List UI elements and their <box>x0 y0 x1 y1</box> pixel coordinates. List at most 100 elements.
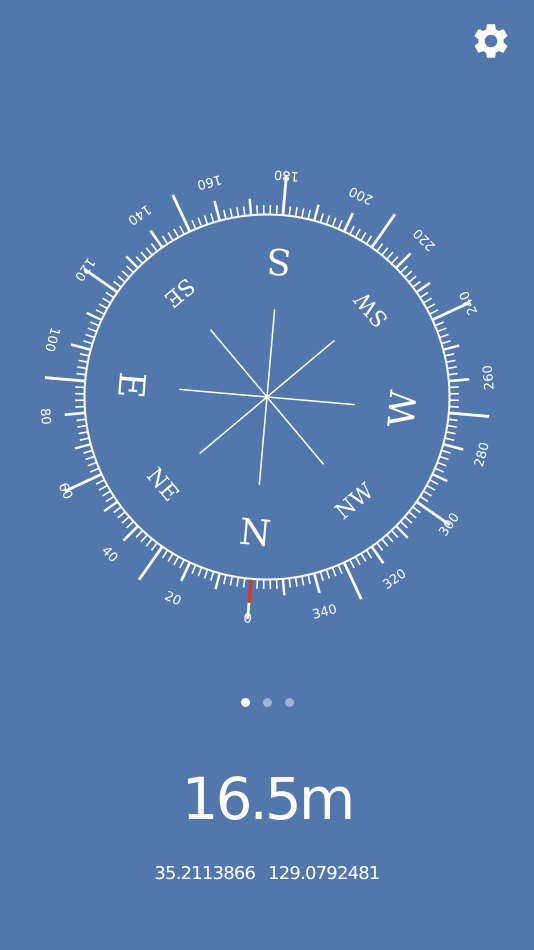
page-dot[interactable] <box>240 697 250 707</box>
degree-label: 140 <box>125 201 154 228</box>
degree-tick <box>447 424 457 428</box>
degree-tick <box>449 378 470 383</box>
degree-tick <box>145 247 153 256</box>
degree-tick <box>408 275 417 283</box>
degree-tick <box>360 553 367 562</box>
degree-tick <box>423 297 432 304</box>
cardinal-label-sw: SW <box>350 286 394 331</box>
degree-tick <box>95 309 105 315</box>
degree-tick <box>197 567 203 577</box>
degree-tick <box>426 485 436 491</box>
degree-tick <box>203 215 209 225</box>
degree-tick <box>89 467 99 473</box>
degree-tick <box>331 217 337 227</box>
degree-tick <box>95 479 105 485</box>
degree-tick <box>74 443 91 450</box>
degree-tick <box>432 473 448 483</box>
degree-tick <box>242 578 246 588</box>
degree-tick <box>191 565 197 575</box>
degree-tick <box>89 321 99 327</box>
degree-tick <box>102 490 111 497</box>
degree-tick <box>349 559 355 569</box>
degree-tick <box>135 256 143 264</box>
degree-tick <box>412 506 421 514</box>
north-marker <box>247 579 253 603</box>
degree-tick <box>83 449 93 454</box>
degree-tick <box>248 198 253 215</box>
degree-tick <box>78 359 88 363</box>
degree-tick <box>395 525 409 539</box>
degree-tick <box>301 208 305 218</box>
degree-tick <box>360 232 367 241</box>
degree-tick <box>381 247 389 256</box>
degree-label: 120 <box>71 255 98 284</box>
degree-tick <box>423 490 432 497</box>
degree-tick <box>307 209 311 219</box>
coordinates-readout: 35.2113866 129.0792481 <box>0 862 534 886</box>
degree-tick <box>229 576 233 586</box>
degree-label: 160 <box>195 171 223 192</box>
degree-tick <box>125 255 139 269</box>
degree-tick <box>167 232 174 241</box>
degree-tick <box>180 562 191 582</box>
degree-tick <box>376 243 384 252</box>
degree-tick <box>343 212 354 232</box>
degree-tick <box>307 575 311 585</box>
degree-label: 300 <box>436 510 463 539</box>
degree-tick <box>64 411 85 416</box>
degree-label: 280 <box>472 441 493 469</box>
degree-tick <box>85 455 95 461</box>
degree-tick <box>70 343 91 351</box>
heading-marker <box>247 579 253 603</box>
cardinal-label-nw: NW <box>331 479 379 525</box>
degree-tick <box>76 372 86 376</box>
degree-tick <box>426 303 436 309</box>
cardinal-label-ne: NE <box>141 463 183 506</box>
degree-tick <box>105 291 114 299</box>
page-dot[interactable] <box>284 697 294 707</box>
degree-tick <box>135 530 143 538</box>
degree-tick <box>203 569 209 579</box>
degree-tick <box>223 209 227 219</box>
degree-label: 20 <box>162 589 183 610</box>
degree-tick <box>173 556 179 566</box>
page-dot[interactable] <box>262 697 272 707</box>
degree-tick <box>103 500 118 513</box>
degree-tick <box>137 546 164 581</box>
degree-tick <box>76 418 86 422</box>
degree-tick <box>79 353 89 357</box>
degree-tick <box>435 467 445 473</box>
degree-tick <box>242 206 246 216</box>
degree-tick <box>331 567 337 577</box>
degree-tick <box>294 207 298 217</box>
degree-tick <box>447 366 457 370</box>
degree-label: 80 <box>37 408 53 426</box>
latitude-value: 35.2113866 <box>154 863 256 884</box>
degree-tick <box>140 534 148 543</box>
degree-tick <box>319 571 324 581</box>
degree-tick <box>412 280 421 288</box>
degree-tick <box>437 461 447 467</box>
degree-tick <box>98 303 108 309</box>
degree-label: 240 <box>457 288 481 317</box>
degree-tick <box>408 511 417 519</box>
degree-tick <box>343 562 363 600</box>
degree-tick <box>391 530 399 538</box>
compass-face: 0 20 40 60 80 100 120 140 160 180 200 220 240 260 280 3… <box>37 166 498 627</box>
degree-tick <box>386 534 394 543</box>
degree-tick <box>391 256 399 264</box>
degree-tick <box>150 243 158 252</box>
degree-tick <box>121 516 130 524</box>
degree-tick <box>294 577 298 587</box>
cardinal-label-w: W <box>381 389 425 429</box>
degree-tick <box>448 372 458 376</box>
altitude-readout: 16.5m <box>181 765 356 833</box>
degree-tick <box>386 251 394 260</box>
degree-tick <box>404 270 413 278</box>
degree-tick <box>288 578 292 588</box>
degree-tick <box>113 280 122 288</box>
degree-tick <box>325 569 331 579</box>
compass-rose-star <box>179 309 355 485</box>
degree-tick <box>404 516 413 524</box>
degree-tick <box>319 213 324 223</box>
